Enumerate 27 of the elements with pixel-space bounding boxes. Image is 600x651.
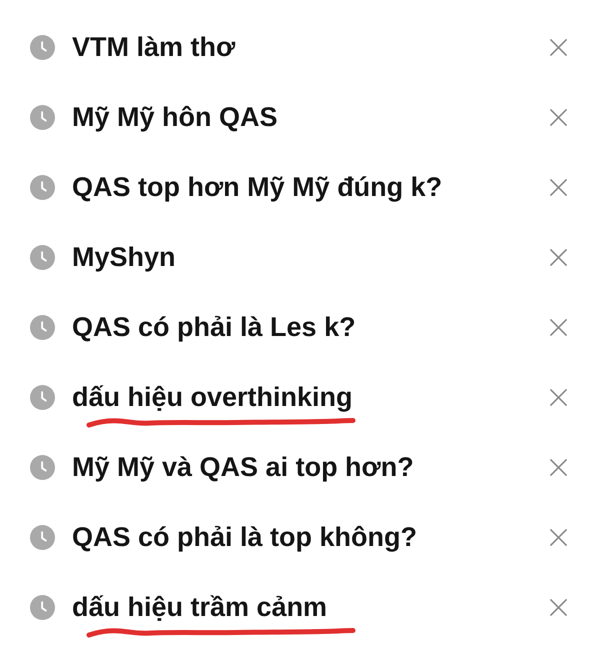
- clock-icon: [30, 104, 55, 130]
- close-icon[interactable]: [550, 598, 567, 616]
- close-icon[interactable]: [550, 38, 567, 56]
- close-icon[interactable]: [550, 458, 567, 476]
- search-history-item[interactable]: Mỹ Mỹ và QAS ai top hơn?: [72, 451, 414, 483]
- clock-icon: [30, 314, 55, 340]
- close-icon[interactable]: [550, 388, 567, 406]
- search-history-item[interactable]: Mỹ Mỹ hôn QAS: [72, 101, 278, 133]
- clock-icon: [30, 244, 55, 270]
- clock-icon: [30, 384, 55, 410]
- search-history-item[interactable]: QAS top hơn Mỹ Mỹ đúng k?: [72, 171, 442, 203]
- search-history-item[interactable]: MyShyn: [72, 241, 176, 273]
- close-icon[interactable]: [550, 528, 567, 546]
- clock-icon: [30, 174, 55, 200]
- search-history-item[interactable]: VTM làm thơ: [72, 31, 236, 63]
- search-history-item[interactable]: QAS có phải là Les k?: [72, 311, 356, 343]
- clock-icon: [30, 454, 55, 480]
- close-icon[interactable]: [550, 318, 567, 336]
- close-icon[interactable]: [550, 178, 567, 196]
- clock-icon: [30, 524, 55, 550]
- close-icon[interactable]: [550, 248, 567, 266]
- clock-icon: [30, 594, 55, 620]
- search-history-item[interactable]: QAS có phải là top không?: [72, 521, 418, 553]
- clock-icon: [30, 34, 55, 60]
- search-history-item[interactable]: dấu hiệu overthinking: [72, 381, 353, 413]
- search-history-item[interactable]: dấu hiệu trầm cảnm: [72, 591, 328, 623]
- close-icon[interactable]: [550, 108, 567, 126]
